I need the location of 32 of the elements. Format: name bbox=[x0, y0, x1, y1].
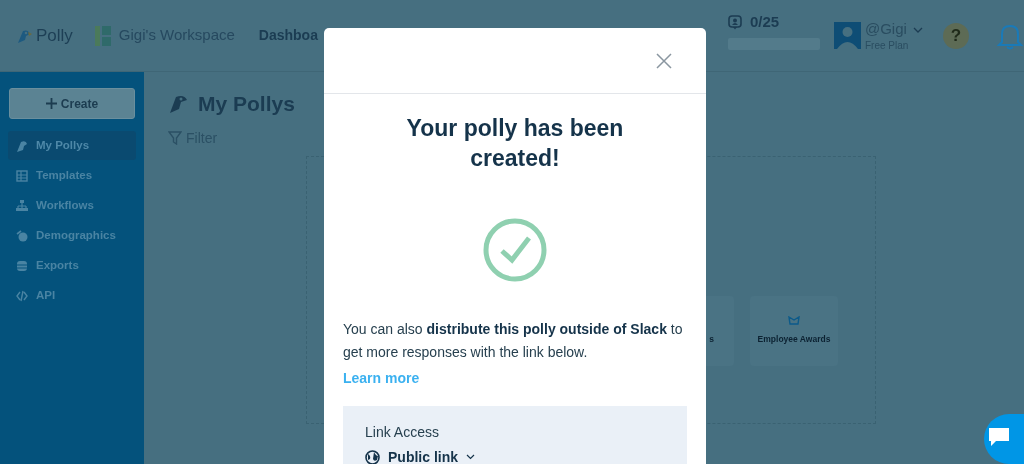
filter-icon bbox=[168, 131, 182, 145]
create-button[interactable]: Create bbox=[9, 88, 135, 119]
sidebar-item[interactable]: My Pollys bbox=[8, 131, 136, 160]
check-circle-icon bbox=[483, 217, 547, 282]
card-label: Employee Awards bbox=[757, 333, 831, 346]
chat-icon bbox=[987, 425, 1011, 448]
hierarchy-icon bbox=[16, 199, 28, 212]
sidebar-item[interactable]: API bbox=[8, 281, 136, 310]
sidebar-item[interactable]: Demographics bbox=[8, 221, 136, 250]
code-icon bbox=[16, 289, 28, 302]
plus-icon bbox=[45, 98, 57, 109]
caret-icon bbox=[466, 454, 475, 461]
modal-title: Your polly has been created! bbox=[405, 114, 625, 173]
usage-icon bbox=[727, 15, 742, 30]
globe-icon bbox=[365, 449, 380, 464]
avatar-icon[interactable] bbox=[833, 22, 861, 49]
chat-button[interactable] bbox=[984, 414, 1024, 464]
link-access-label: Link Access bbox=[365, 422, 440, 442]
workspace-logo-icon bbox=[94, 25, 111, 46]
sidebar-item[interactable]: Workflows bbox=[8, 191, 136, 220]
sidebar-item[interactable]: Exports bbox=[8, 251, 136, 280]
card-label: s bbox=[709, 333, 714, 346]
close-icon bbox=[656, 53, 672, 70]
template-card[interactable]: Employee Awards bbox=[750, 296, 838, 366]
help-button[interactable]: ? bbox=[942, 22, 969, 49]
modal-message: You can also distribute this polly outside of Slack to get more responses with the link below. bbox=[343, 319, 684, 362]
grid-icon bbox=[16, 169, 28, 182]
sidebar-item[interactable]: Templates bbox=[8, 161, 136, 190]
link-access-dropdown[interactable]: Public link bbox=[365, 446, 475, 464]
learn-more-link[interactable]: Learn more bbox=[343, 367, 420, 389]
caret-icon[interactable] bbox=[912, 25, 923, 34]
database-icon bbox=[16, 259, 28, 272]
